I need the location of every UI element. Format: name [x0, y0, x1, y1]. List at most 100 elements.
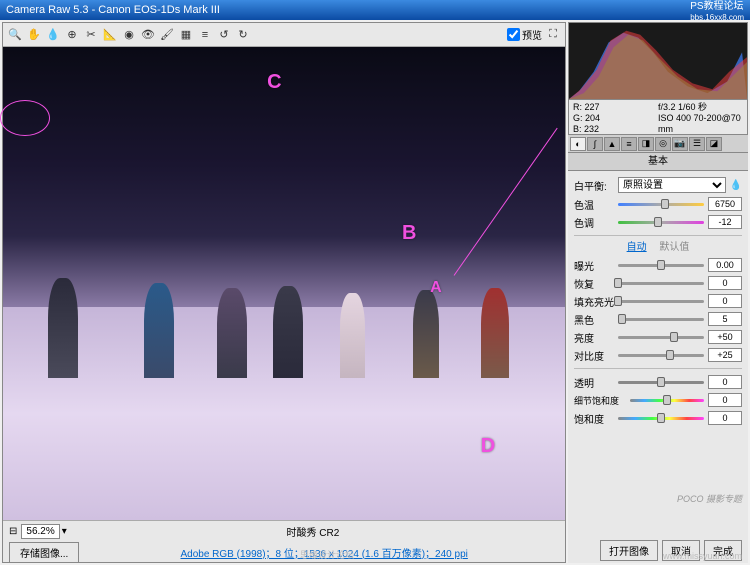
- wb-label: 白平衡:: [574, 178, 614, 193]
- tint-input[interactable]: [708, 215, 742, 229]
- tab-detail-icon[interactable]: ▲: [604, 137, 620, 151]
- annotation-marker-a: A: [430, 279, 442, 297]
- poco-watermark: POCO 摄影专题: [677, 492, 742, 505]
- vibrance-slider[interactable]: [630, 394, 704, 406]
- sampler-tool-icon[interactable]: ⊕: [64, 27, 80, 43]
- bright-label: 亮度: [574, 330, 614, 345]
- page-watermark: www.missyuan.com: [663, 551, 742, 561]
- panel-tabs: ◐ ∫ ▲ ≡ ◨ ◎ 📷 ☰ ◪: [568, 135, 748, 153]
- tab-lens-icon[interactable]: ◎: [655, 137, 671, 151]
- save-image-button[interactable]: 存储图像...: [9, 542, 79, 563]
- tab-camera-icon[interactable]: 📷: [672, 137, 688, 151]
- hand-tool-icon[interactable]: ✋: [26, 27, 42, 43]
- b-value: 232: [584, 124, 599, 134]
- preview-checkbox[interactable]: 预览: [507, 27, 542, 42]
- panel-title: 基本: [568, 153, 748, 171]
- sat-input[interactable]: [708, 411, 742, 425]
- straighten-tool-icon[interactable]: 📐: [102, 27, 118, 43]
- source-watermark: 思缘设计论坛: [300, 548, 354, 561]
- image-bottom-bar: ⊟ 56.2% ▾ 时酸秀 CR2: [3, 520, 565, 542]
- tab-preset-icon[interactable]: ☰: [689, 137, 705, 151]
- wb-tool-icon[interactable]: 💧: [45, 27, 61, 43]
- fill-label: 填充亮光: [574, 294, 614, 309]
- sat-slider[interactable]: [618, 412, 704, 424]
- left-panel: 🔍 ✋ 💧 ⊕ ✂ 📐 ◉ 👁 🖌 ▦ ≡ ↺ ↻ 预览 ⛶: [2, 22, 566, 563]
- tab-basic-icon[interactable]: ◐: [570, 137, 586, 151]
- exif-readout: f/3.2 1/60 秒 ISO 400 70-200@70 mm: [658, 102, 743, 132]
- shutter-value: 1/60 秒: [678, 102, 707, 112]
- adjust-brush-icon[interactable]: 🖌: [159, 27, 175, 43]
- image-preview-area[interactable]: A B C D: [3, 47, 565, 520]
- titlebar: Camera Raw 5.3 - Canon EOS-1Ds Mark III …: [0, 0, 750, 20]
- tab-hsl-icon[interactable]: ≡: [621, 137, 637, 151]
- exposure-input[interactable]: [708, 258, 742, 272]
- temp-slider[interactable]: [618, 198, 704, 210]
- bright-slider[interactable]: [618, 331, 704, 343]
- redeye-tool-icon[interactable]: 👁: [140, 27, 156, 43]
- preview-check-input[interactable]: [507, 28, 520, 41]
- basic-controls: 白平衡: 原照设置 💧 色温 色调 自动 默认值 曝光: [568, 171, 748, 537]
- g-value: 204: [585, 113, 600, 123]
- r-value: 227: [585, 102, 600, 112]
- open-button[interactable]: 打开图像: [600, 540, 658, 561]
- fill-slider[interactable]: [618, 295, 704, 307]
- photo-content: A B C D: [3, 47, 565, 520]
- crop-tool-icon[interactable]: ✂: [83, 27, 99, 43]
- annotation-marker-b: B: [402, 222, 416, 245]
- fill-input[interactable]: [708, 294, 742, 308]
- wb-select[interactable]: 原照设置: [618, 177, 726, 193]
- iso-value: ISO 400: [658, 113, 691, 123]
- rotate-ccw-icon[interactable]: ↺: [216, 27, 232, 43]
- fullscreen-icon[interactable]: ⛶: [545, 27, 561, 43]
- exposure-label: 曝光: [574, 258, 614, 273]
- tab-curve-icon[interactable]: ∫: [587, 137, 603, 151]
- black-label: 黑色: [574, 312, 614, 327]
- info-bar: 存储图像... Adobe RGB (1998)；8 位；1536 x 1024…: [3, 542, 565, 562]
- recovery-slider[interactable]: [618, 277, 704, 289]
- aperture-value: f/3.2: [658, 102, 676, 112]
- clarity-input[interactable]: [708, 375, 742, 389]
- zoom-select[interactable]: 56.2%: [21, 524, 59, 539]
- black-slider[interactable]: [618, 313, 704, 325]
- main-area: 🔍 ✋ 💧 ⊕ ✂ 📐 ◉ 👁 🖌 ▦ ≡ ↺ ↻ 预览 ⛶: [0, 20, 750, 565]
- titlebar-right: PS教程论坛 bbs.16xx8.com: [690, 0, 744, 23]
- clarity-slider[interactable]: [618, 376, 704, 388]
- recovery-label: 恢复: [574, 276, 614, 291]
- tint-label: 色调: [574, 215, 614, 230]
- zoom-dropdown-icon[interactable]: ▾: [62, 526, 67, 537]
- tint-slider[interactable]: [618, 216, 704, 228]
- tab-split-icon[interactable]: ◨: [638, 137, 654, 151]
- toolbar: 🔍 ✋ 💧 ⊕ ✂ 📐 ◉ 👁 🖌 ▦ ≡ ↺ ↻ 预览 ⛶: [3, 23, 565, 47]
- app-title: Camera Raw 5.3 - Canon EOS-1Ds Mark III: [6, 4, 220, 16]
- contrast-slider[interactable]: [618, 349, 704, 361]
- vibrance-input[interactable]: [708, 393, 742, 407]
- annotation-circle: [0, 100, 50, 136]
- prefs-icon[interactable]: ≡: [197, 27, 213, 43]
- rotate-cw-icon[interactable]: ↻: [235, 27, 251, 43]
- readout-panel: R: 227 G: 204 B: 232 f/3.2 1/60 秒 ISO 40…: [568, 100, 748, 135]
- contrast-input[interactable]: [708, 348, 742, 362]
- black-input[interactable]: [708, 312, 742, 326]
- filename-label: 时酸秀 CR2: [286, 524, 339, 539]
- recovery-input[interactable]: [708, 276, 742, 290]
- temp-input[interactable]: [708, 197, 742, 211]
- rgb-readout: R: 227 G: 204 B: 232: [573, 102, 658, 132]
- gradient-tool-icon[interactable]: ▦: [178, 27, 194, 43]
- right-panel: R: 227 G: 204 B: 232 f/3.2 1/60 秒 ISO 40…: [568, 22, 748, 563]
- spot-tool-icon[interactable]: ◉: [121, 27, 137, 43]
- zoom-tool-icon[interactable]: 🔍: [7, 27, 23, 43]
- vibrance-label: 细节饱和度: [574, 394, 626, 407]
- bright-input[interactable]: [708, 330, 742, 344]
- temp-label: 色温: [574, 197, 614, 212]
- tab-snapshot-icon[interactable]: ◪: [706, 137, 722, 151]
- auto-link[interactable]: 自动: [627, 242, 647, 253]
- clarity-label: 透明: [574, 375, 614, 390]
- histogram[interactable]: [568, 22, 748, 100]
- eyedropper-icon[interactable]: 💧: [730, 180, 742, 191]
- sat-label: 饱和度: [574, 411, 614, 426]
- exposure-slider[interactable]: [618, 259, 704, 271]
- nav-prev-icon[interactable]: ⊟: [9, 526, 17, 537]
- default-link[interactable]: 默认值: [659, 242, 689, 253]
- contrast-label: 对比度: [574, 348, 614, 363]
- annotation-marker-d: D: [481, 435, 495, 458]
